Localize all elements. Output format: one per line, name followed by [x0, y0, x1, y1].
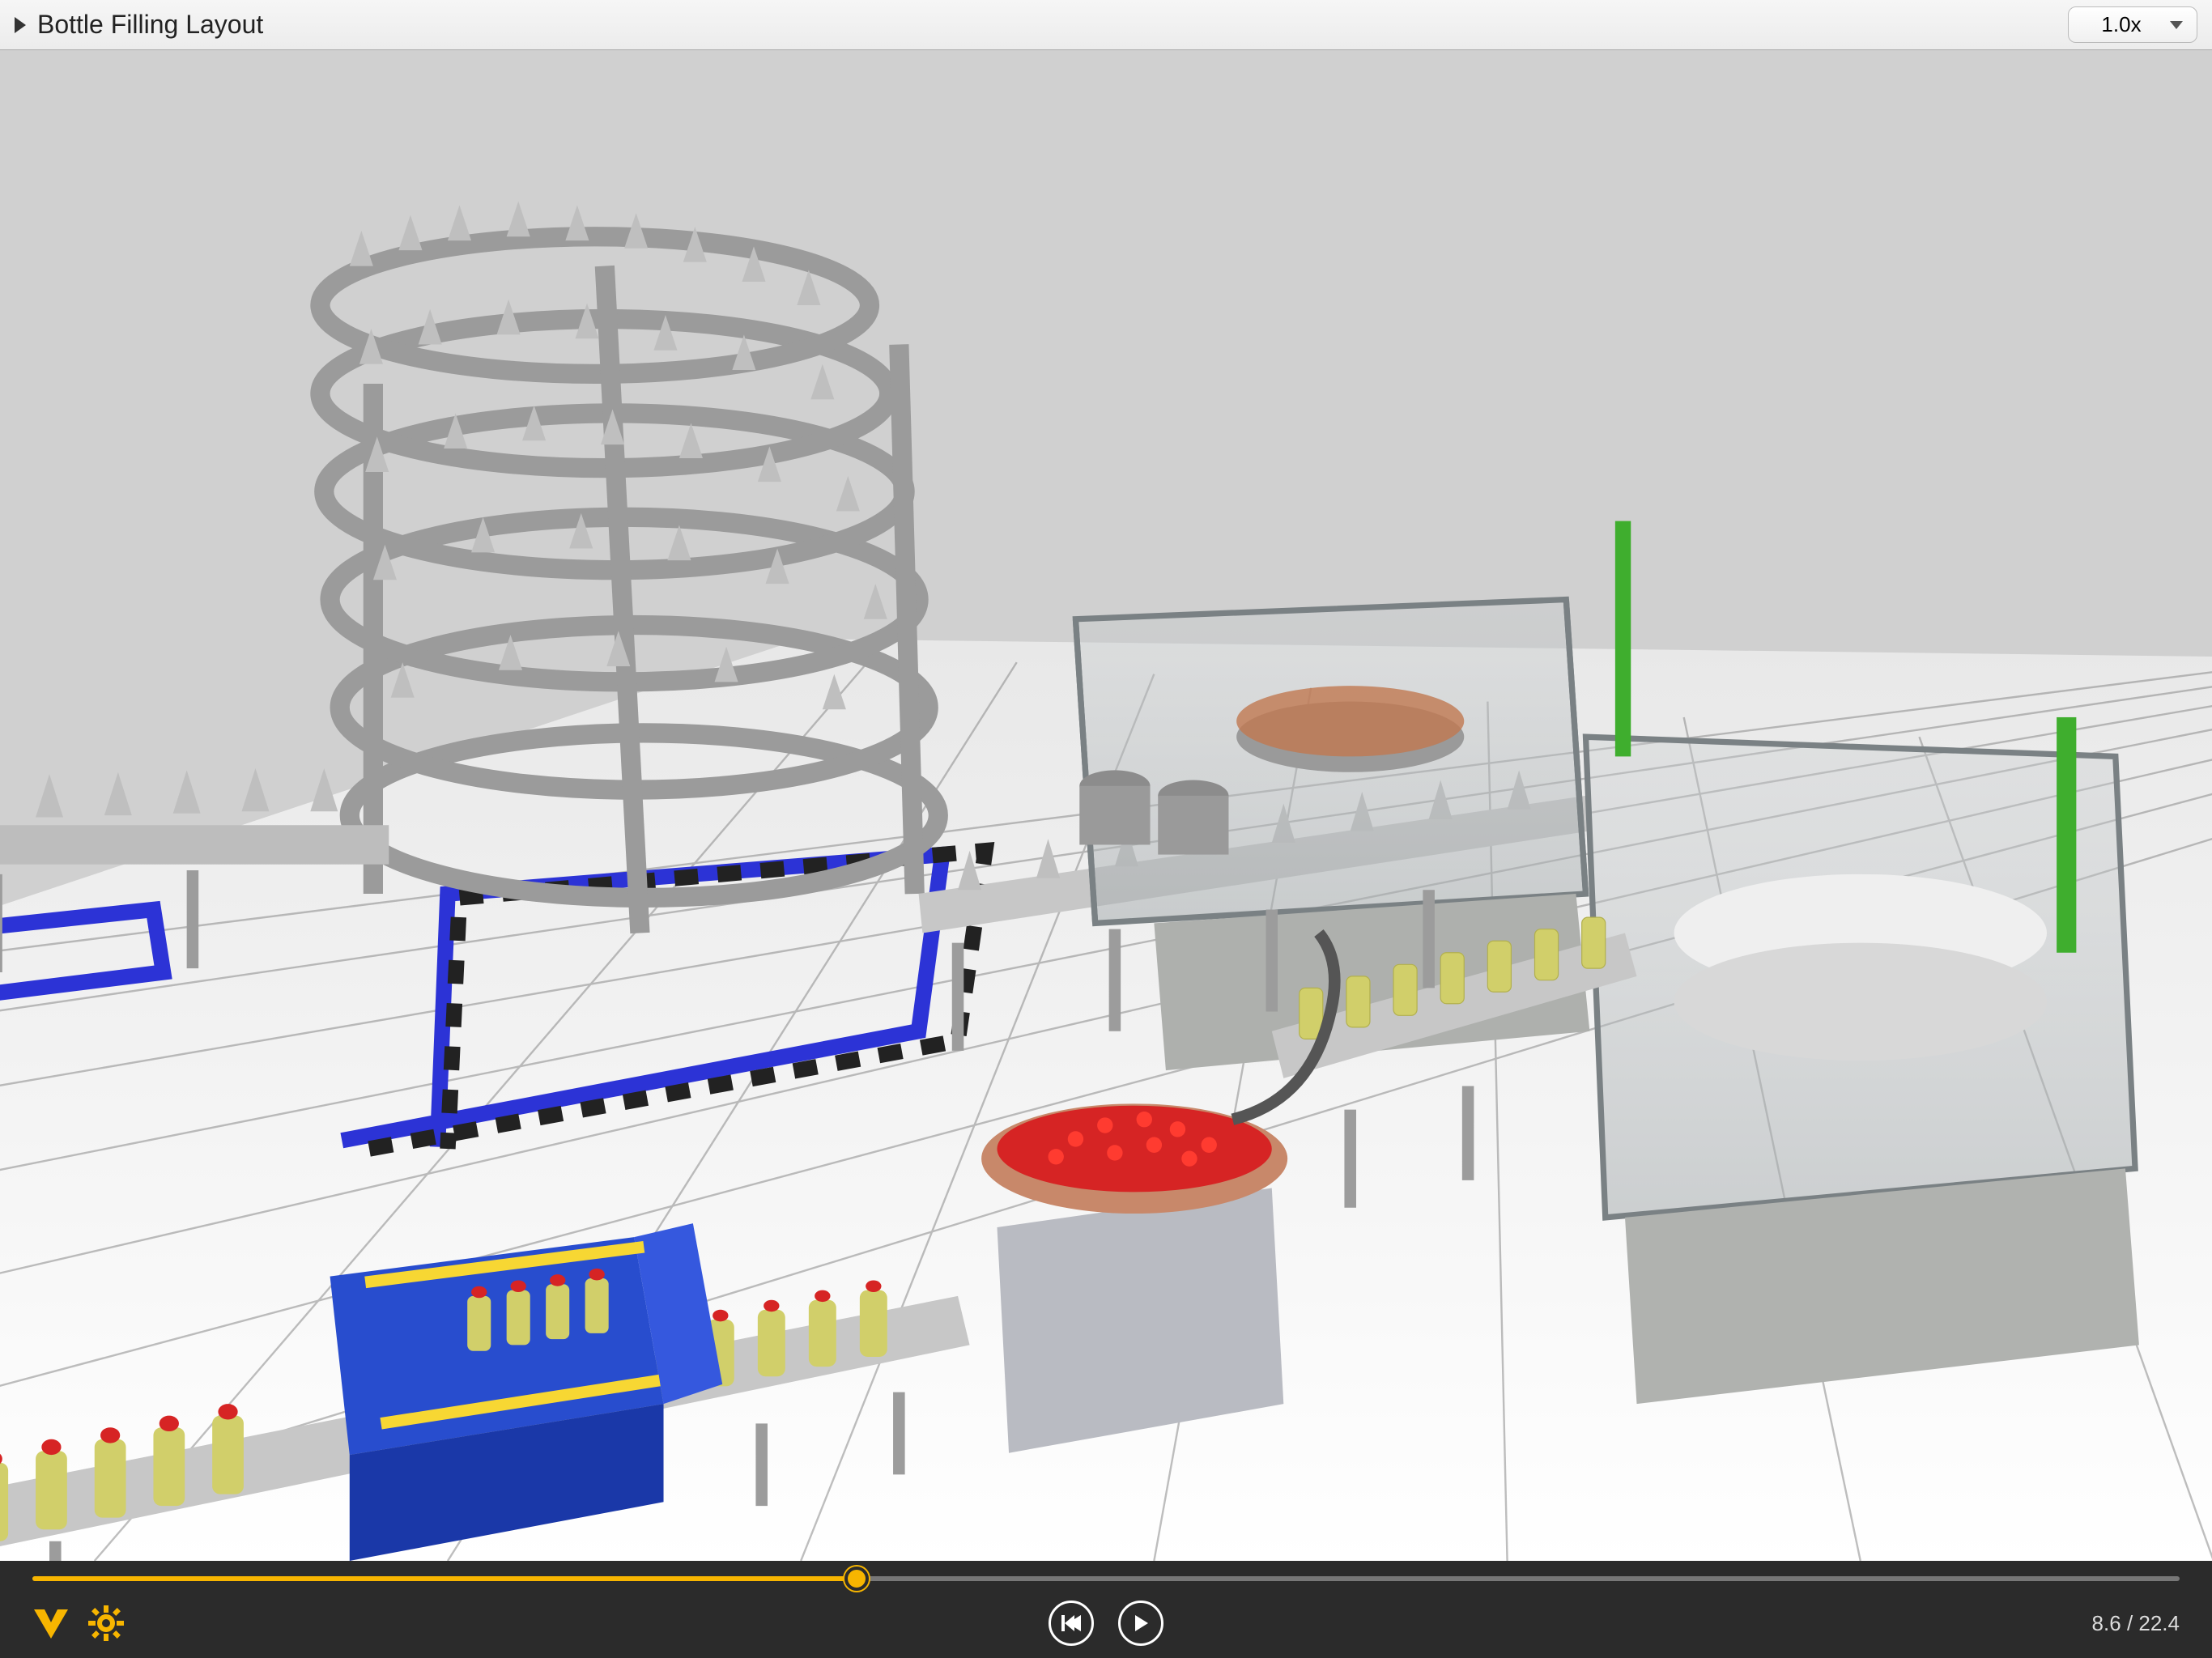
play-button[interactable]	[1118, 1601, 1163, 1646]
controls-row: 8.6 / 22.4	[0, 1596, 2212, 1658]
scrub-handle[interactable]	[844, 1567, 869, 1591]
scrub-row	[0, 1561, 2212, 1596]
playback-speed-select[interactable]: 1.0x	[2068, 6, 2197, 43]
app-logo-icon[interactable]	[32, 1605, 70, 1642]
settings-gear-icon[interactable]	[87, 1605, 125, 1642]
rewind-button[interactable]	[1049, 1601, 1094, 1646]
disclosure-triangle-icon[interactable]	[15, 17, 26, 33]
header-bar: Bottle Filling Layout 1.0x	[0, 0, 2212, 50]
page-title: Bottle Filling Layout	[37, 10, 263, 40]
total-time: 22.4	[2138, 1611, 2180, 1635]
scrub-track[interactable]	[32, 1576, 2180, 1581]
playback-toolbar: 8.6 / 22.4	[0, 1561, 2212, 1658]
current-time: 8.6	[2092, 1611, 2121, 1635]
speed-value: 1.0x	[2101, 12, 2141, 36]
controls-left	[32, 1605, 125, 1642]
time-separator: /	[2127, 1611, 2138, 1635]
speed-select-wrap: 1.0x	[2068, 6, 2197, 43]
scrub-fill	[32, 1576, 857, 1581]
controls-center	[1049, 1601, 1163, 1646]
scene-render	[0, 50, 2212, 1561]
time-display: 8.6 / 22.4	[2092, 1611, 2180, 1636]
header-left: Bottle Filling Layout	[15, 10, 263, 40]
viewport-3d[interactable]	[0, 50, 2212, 1561]
